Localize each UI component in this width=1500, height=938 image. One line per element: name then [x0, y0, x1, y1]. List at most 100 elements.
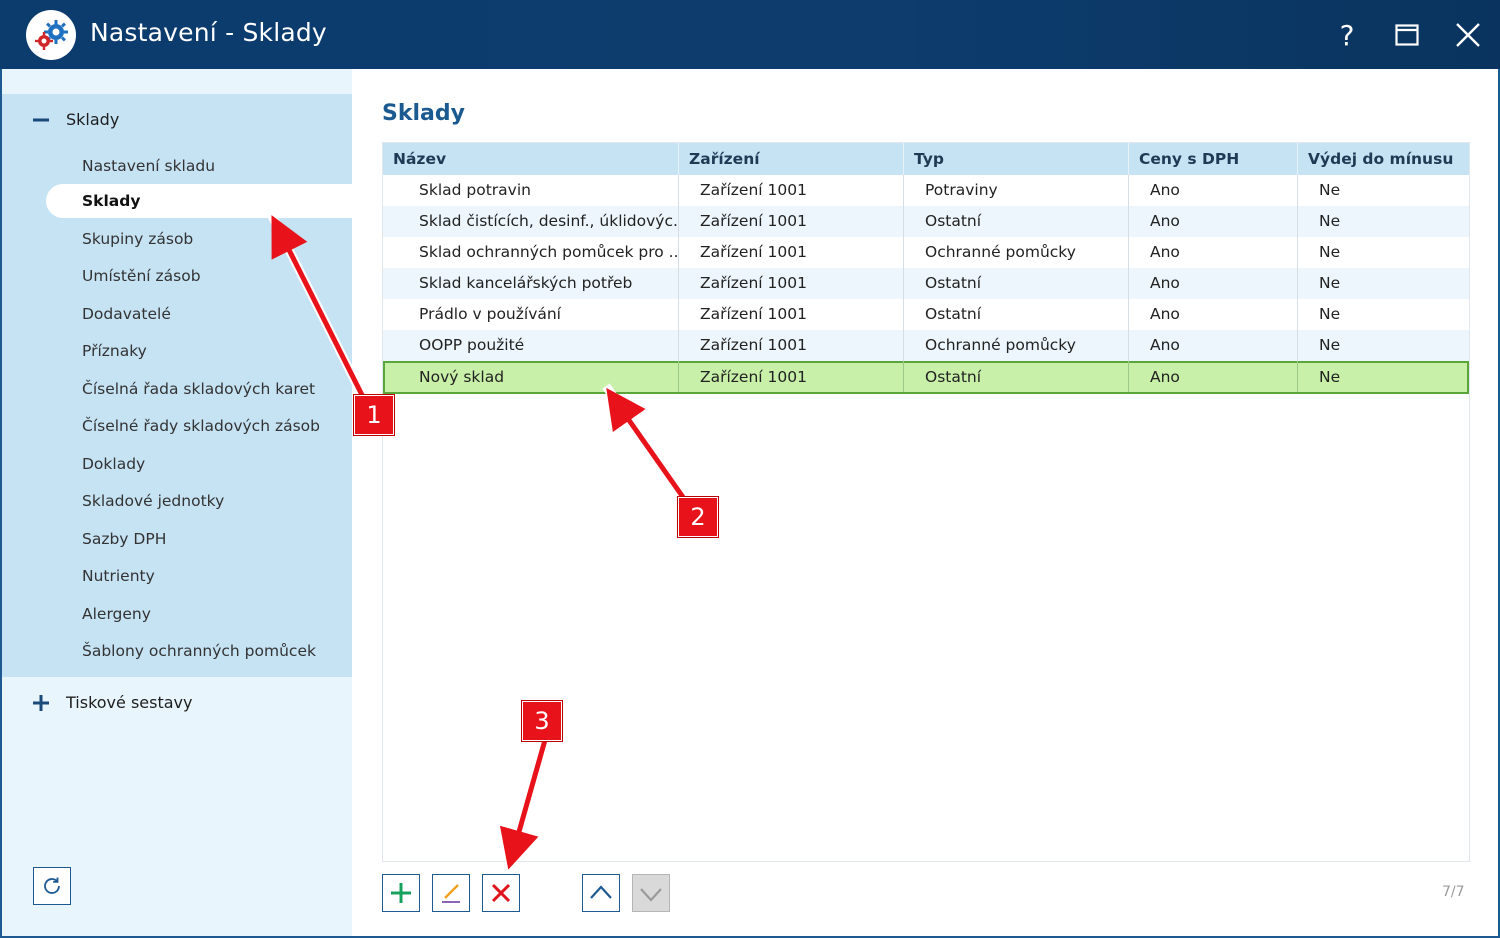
expand-icon	[33, 695, 49, 711]
cell-nazev: Sklad potravin	[419, 181, 531, 199]
cell-vydej-do-minusu: Ne	[1297, 330, 1469, 361]
sidebar-item-ciselne-rady-zasob[interactable]: Číselné řady skladových zásob	[46, 409, 352, 443]
close-button[interactable]	[1447, 14, 1489, 56]
cell-nazev: Prádlo v používání	[419, 305, 561, 323]
sidebar-item-label: Číselná řada skladových karet	[82, 380, 316, 398]
sidebar-item-ciselna-rada-karet[interactable]: Číselná řada skladových karet	[46, 372, 352, 406]
plus-icon	[391, 883, 411, 903]
title-bar: Nastavení - Sklady ?	[0, 0, 1500, 69]
cell-zarizeni: Zařízení 1001	[678, 237, 903, 268]
table-row[interactable]: Sklad čistících, desinf., úklidovýc... Z…	[383, 206, 1469, 237]
table-row[interactable]: Sklad potravin Zařízení 1001 Potraviny A…	[383, 175, 1469, 206]
sidebar-item-label: Nastavení skladu	[82, 157, 216, 175]
cell-vydej-do-minusu: Ne	[1297, 237, 1469, 268]
sidebar-item-nastaveni-skladu[interactable]: Nastavení skladu	[46, 149, 352, 183]
sidebar-group-tiskove-sestavy[interactable]: Tiskové sestavy	[2, 683, 352, 723]
sidebar-item-doklady[interactable]: Doklady	[46, 447, 352, 481]
cell-typ: Ostatní	[903, 268, 1128, 299]
cell-nazev: Nový sklad	[419, 368, 505, 386]
collapse-icon	[33, 118, 49, 122]
sidebar-item-nutrienty[interactable]: Nutrienty	[46, 559, 352, 593]
move-down-button[interactable]	[632, 874, 670, 912]
table-row[interactable]: OOPP použité Zařízení 1001 Ochranné pomů…	[383, 330, 1469, 361]
cell-zarizeni: Zařízení 1001	[678, 175, 903, 206]
sidebar-item-label: Skupiny zásob	[82, 230, 194, 248]
cell-typ: Ostatní	[903, 299, 1128, 330]
cell-ceny-s-dph: Ano	[1128, 237, 1297, 268]
sidebar-item-sablony-pomucek[interactable]: Šablony ochranných pomůcek	[46, 634, 352, 668]
sidebar-group-label: Sklady	[66, 110, 120, 129]
sidebar-item-sazby-dph[interactable]: Sazby DPH	[46, 522, 352, 556]
help-button[interactable]: ?	[1326, 14, 1368, 56]
add-button[interactable]	[382, 874, 420, 912]
refresh-button[interactable]	[33, 867, 71, 905]
table-header: Název Zařízení Typ Ceny s DPH Výdej do m…	[383, 143, 1469, 175]
table-row[interactable]: Sklad kancelářských potřeb Zařízení 1001…	[383, 268, 1469, 299]
sidebar-item-dodavatele[interactable]: Dodavatelé	[46, 297, 352, 331]
maximize-button[interactable]	[1386, 14, 1428, 56]
column-header-nazev[interactable]: Název	[383, 143, 678, 175]
cell-ceny-s-dph: Ano	[1128, 330, 1297, 361]
sidebar-item-label: Nutrienty	[82, 567, 155, 585]
app-logo-icon	[26, 10, 76, 60]
maximize-icon	[1395, 24, 1419, 46]
close-icon	[1456, 23, 1480, 47]
column-header-ceny-s-dph[interactable]: Ceny s DPH	[1128, 143, 1297, 175]
cell-typ: Ostatní	[903, 206, 1128, 237]
annotation-callout-2: 2	[678, 497, 718, 537]
sidebar-item-alergeny[interactable]: Alergeny	[46, 597, 352, 631]
cell-typ: Ostatní	[903, 361, 1128, 392]
edit-button[interactable]	[432, 874, 470, 912]
sidebar-item-umisteni-zasob[interactable]: Umístění zásob	[46, 259, 352, 293]
sidebar-group-header[interactable]: Sklady	[2, 100, 352, 140]
sidebar-item-skladove-jednotky[interactable]: Skladové jednotky	[46, 484, 352, 518]
sidebar-item-priznaky[interactable]: Příznaky	[46, 334, 352, 368]
cell-vydej-do-minusu: Ne	[1297, 175, 1469, 206]
sidebar-item-label: Umístění zásob	[82, 267, 201, 285]
table-row[interactable]: Sklad ochranných pomůcek pro ... Zařízen…	[383, 237, 1469, 268]
cell-zarizeni: Zařízení 1001	[678, 206, 903, 237]
annotation-callout-1: 1	[354, 395, 394, 435]
sidebar-item-skupiny-zasob[interactable]: Skupiny zásob	[46, 222, 352, 256]
cell-vydej-do-minusu: Ne	[1297, 361, 1469, 392]
sidebar-group-label: Tiskové sestavy	[66, 693, 193, 712]
sidebar-item-label: Příznaky	[82, 342, 147, 360]
annotation-callout-3: 3	[522, 701, 562, 741]
cell-vydej-do-minusu: Ne	[1297, 299, 1469, 330]
window-title: Nastavení - Sklady	[90, 18, 327, 47]
cell-zarizeni: Zařízení 1001	[678, 330, 903, 361]
table-row-selected[interactable]: Nový sklad Zařízení 1001 Ostatní Ano Ne	[383, 361, 1469, 394]
sidebar-item-sklady[interactable]: Sklady	[46, 184, 352, 218]
pencil-icon	[442, 884, 460, 903]
sidebar-item-label: Dodavatelé	[82, 305, 171, 323]
delete-button[interactable]	[482, 874, 520, 912]
cell-ceny-s-dph: Ano	[1128, 299, 1297, 330]
sidebar-item-label: Sazby DPH	[82, 530, 167, 548]
cell-nazev: Sklad ochranných pomůcek pro ...	[419, 243, 678, 261]
sidebar-group-sklady: Sklady Nastavení skladu Sklady Skupiny z…	[2, 94, 352, 677]
refresh-icon	[44, 877, 60, 894]
cell-zarizeni: Zařízení 1001	[678, 299, 903, 330]
pager-count: 7/7	[1442, 884, 1465, 900]
cell-typ: Potraviny	[903, 175, 1128, 206]
sidebar-item-label: Alergeny	[82, 605, 151, 623]
cell-nazev: Sklad kancelářských potřeb	[419, 274, 633, 292]
sidebar-item-label: Sklady	[82, 192, 141, 210]
sidebar-item-label: Skladové jednotky	[82, 492, 225, 510]
move-up-button[interactable]	[582, 874, 620, 912]
sidebar-item-label: Šablony ochranných pomůcek	[82, 642, 316, 660]
table-row[interactable]: Prádlo v používání Zařízení 1001 Ostatní…	[383, 299, 1469, 330]
page-title: Sklady	[382, 101, 465, 126]
column-header-vydej-do-minusu[interactable]: Výdej do mínusu	[1297, 143, 1469, 175]
sidebar-item-label: Číselné řady skladových zásob	[82, 417, 320, 435]
column-header-zarizeni[interactable]: Zařízení	[678, 143, 903, 175]
cell-vydej-do-minusu: Ne	[1297, 206, 1469, 237]
cell-vydej-do-minusu: Ne	[1297, 268, 1469, 299]
cell-ceny-s-dph: Ano	[1128, 175, 1297, 206]
cell-zarizeni: Zařízení 1001	[678, 361, 903, 392]
column-header-typ[interactable]: Typ	[903, 143, 1128, 175]
cell-nazev: Sklad čistících, desinf., úklidovýc...	[419, 212, 678, 230]
delete-x-icon	[491, 883, 511, 903]
cell-zarizeni: Zařízení 1001	[678, 268, 903, 299]
cell-typ: Ochranné pomůcky	[903, 237, 1128, 268]
